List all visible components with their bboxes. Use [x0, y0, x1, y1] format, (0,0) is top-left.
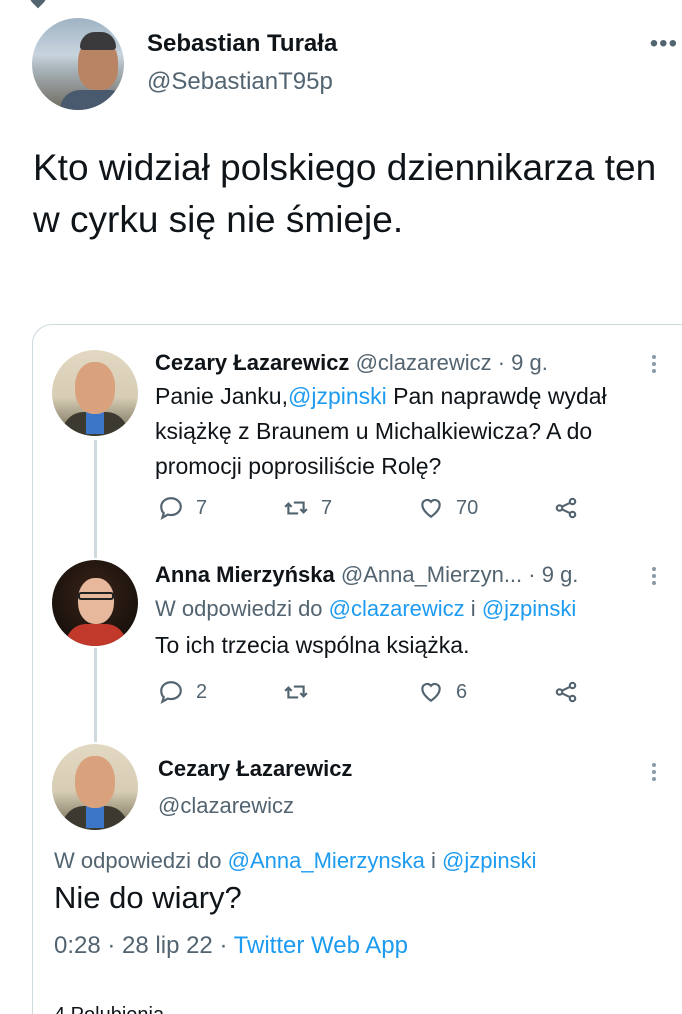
more-vertical-icon[interactable]	[651, 352, 657, 376]
reply-author-handle[interactable]: @Anna_Mierzyn...	[341, 562, 522, 587]
reply-button[interactable]: 7	[158, 495, 283, 521]
share-icon	[555, 681, 577, 703]
timestamp[interactable]: 0:28 · 28 lip 22 ·	[54, 932, 234, 959]
heart-icon	[421, 682, 441, 702]
pin-icon	[26, 0, 50, 9]
reply-actions: 7 7 70	[158, 495, 579, 521]
like-button[interactable]: 6	[418, 679, 553, 705]
reply-header: Cezary Łazarewicz @clazarewicz · 9 g.	[155, 350, 548, 376]
author-name[interactable]: Sebastian Turała	[147, 30, 337, 58]
avatar[interactable]	[52, 350, 138, 436]
focused-author-handle-wrap: @clazarewicz	[158, 793, 294, 819]
share-button[interactable]	[553, 495, 579, 521]
replying-to: W odpowiedzi do @clazarewicz i @jzpinski	[155, 596, 577, 621]
reply-actions: 2 6	[158, 679, 579, 705]
author-avatar[interactable]	[32, 18, 124, 110]
reply-time[interactable]: · 9 g.	[528, 562, 578, 587]
reply-author-name[interactable]: Cezary Łazarewicz	[155, 350, 349, 375]
share-button[interactable]	[553, 679, 579, 705]
more-vertical-icon[interactable]	[651, 564, 657, 588]
mention-link[interactable]: @Anna_Mierzynska	[228, 848, 425, 873]
thread-connector	[94, 440, 97, 558]
reply-author-name[interactable]: Anna Mierzyńska	[155, 562, 335, 587]
focused-reply-text: Nie do wiary?	[54, 880, 242, 915]
share-icon	[555, 497, 577, 519]
thread-connector	[94, 648, 97, 742]
mention-link[interactable]: @jzpinski	[442, 848, 536, 873]
reply-author-handle[interactable]: @clazarewicz	[356, 350, 492, 375]
retweet-icon	[284, 685, 308, 699]
heart-icon	[421, 498, 441, 518]
reply-text: Panie Janku,@jzpinski Pan naprawdę wydał…	[155, 383, 607, 479]
tweet-text: Kto widział polskiego dziennikarza ten w…	[33, 147, 657, 240]
reply-header: Anna Mierzyńska @Anna_Mierzyn... · 9 g.	[155, 562, 578, 588]
mention-link[interactable]: @jzpinski	[288, 383, 387, 409]
replying-to: W odpowiedzi do @Anna_Mierzynska i @jzpi…	[54, 848, 537, 873]
pinned-indicator	[26, 0, 50, 9]
comment-icon	[160, 681, 182, 705]
tweet-meta: 0:28 · 28 lip 22 · Twitter Web App	[54, 932, 408, 960]
focused-author-name-wrap: Cezary Łazarewicz	[158, 756, 352, 782]
more-horizontal-icon[interactable]: •••	[650, 30, 678, 58]
retweet-button[interactable]	[283, 679, 418, 705]
avatar[interactable]	[52, 560, 138, 646]
focused-author-name[interactable]: Cezary Łazarewicz	[158, 756, 352, 781]
author-handle[interactable]: @SebastianT95p	[147, 68, 333, 96]
mention-link[interactable]: @clazarewicz	[329, 596, 465, 621]
source-app-link[interactable]: Twitter Web App	[234, 932, 408, 959]
reply-text: To ich trzecia wspólna książka.	[155, 632, 470, 658]
likes-count[interactable]: 4 Polubienia	[54, 1004, 164, 1014]
focused-author-handle[interactable]: @clazarewicz	[158, 793, 294, 818]
reply-time[interactable]: · 9 g.	[498, 350, 548, 375]
reply-button[interactable]: 2	[158, 679, 283, 705]
avatar[interactable]	[52, 744, 138, 830]
retweet-icon	[284, 501, 308, 515]
retweet-button[interactable]: 7	[283, 495, 418, 521]
like-button[interactable]: 70	[418, 495, 553, 521]
mention-link[interactable]: @jzpinski	[482, 596, 576, 621]
more-vertical-icon[interactable]	[651, 760, 657, 784]
comment-icon	[160, 497, 182, 521]
